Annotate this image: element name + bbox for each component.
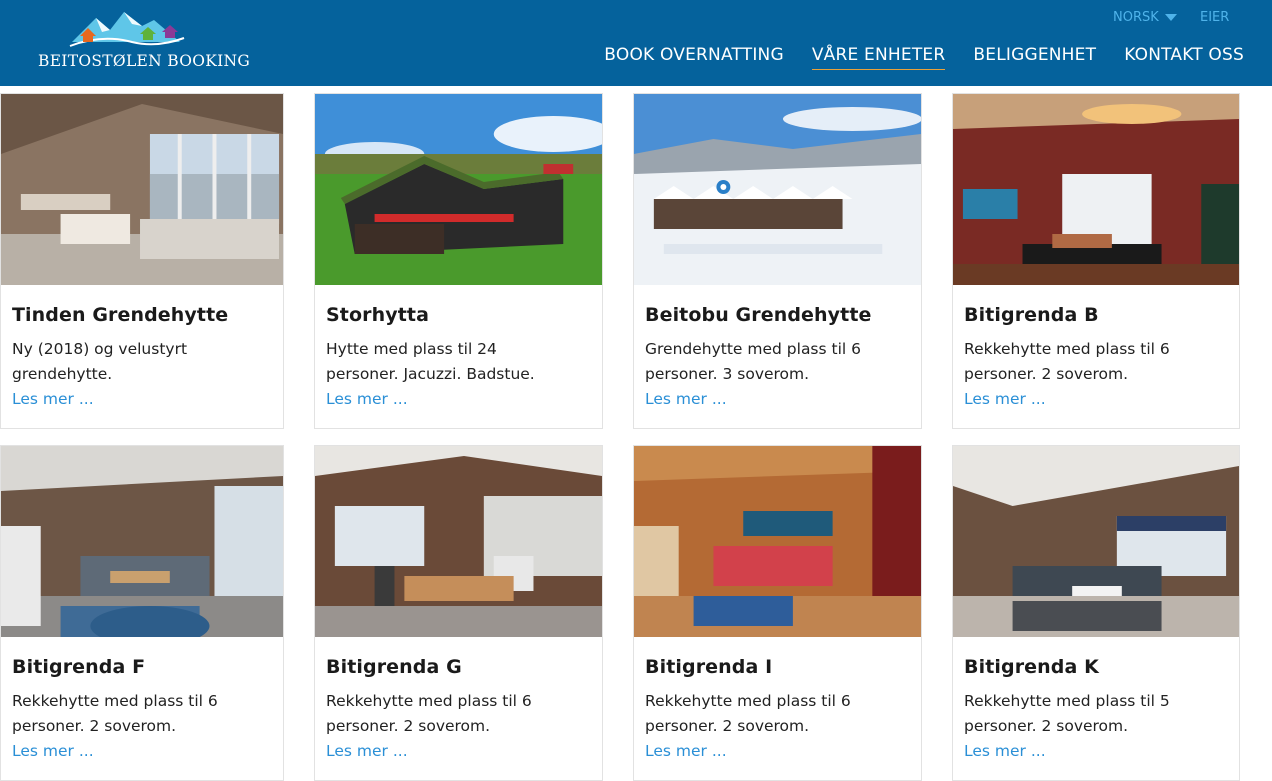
unit-card[interactable]: Bitigrenda B Rekkehytte med plass til 6 … <box>952 93 1240 429</box>
unit-title: Bitigrenda K <box>964 656 1099 678</box>
unit-photo[interactable] <box>1 94 283 285</box>
read-more-link[interactable]: Les mer ... <box>645 387 727 412</box>
unit-title: Storhytta <box>326 304 429 326</box>
unit-description: Rekkehytte med plass til 6 personer. 2 s… <box>645 692 851 735</box>
unit-photo[interactable] <box>315 446 602 637</box>
unit-card[interactable]: Bitigrenda K Rekkehytte med plass til 5 … <box>952 445 1240 781</box>
units-grid: Tinden Grendehytte Ny (2018) og velustyr… <box>0 93 1272 781</box>
unit-description: Rekkehytte med plass til 6 personer. 2 s… <box>326 692 532 735</box>
unit-description: Hytte med plass til 24 personer. Jacuzzi… <box>326 340 535 383</box>
nav-kontakt-oss[interactable]: KONTAKT OSS <box>1124 45 1244 70</box>
language-label: NORSK <box>1113 10 1159 25</box>
main-nav: BOOK OVERNATTING VÅRE ENHETER BELIGGENHE… <box>604 45 1244 70</box>
unit-title: Beitobu Grendehytte <box>645 304 872 326</box>
read-more-link[interactable]: Les mer ... <box>326 739 408 764</box>
read-more-link[interactable]: Les mer ... <box>12 387 94 412</box>
nav-beliggenhet[interactable]: BELIGGENHET <box>973 45 1096 70</box>
unit-card[interactable]: Bitigrenda I Rekkehytte med plass til 6 … <box>633 445 922 781</box>
nav-book-overnatting[interactable]: BOOK OVERNATTING <box>604 45 784 70</box>
logo-text: BEITOSTØLEN BOOKING <box>38 52 251 70</box>
unit-title: Bitigrenda I <box>645 656 773 678</box>
unit-description: Rekkehytte med plass til 6 personer. 2 s… <box>964 340 1170 383</box>
owner-link[interactable]: EIER <box>1200 10 1229 25</box>
unit-description: Grendehytte med plass til 6 personer. 3 … <box>645 340 861 383</box>
unit-photo[interactable] <box>315 94 602 285</box>
unit-title: Bitigrenda G <box>326 656 462 678</box>
unit-photo[interactable] <box>1 446 283 637</box>
nav-vare-enheter[interactable]: VÅRE ENHETER <box>811 45 946 70</box>
site-logo[interactable]: BEITOSTØLEN BOOKING <box>38 8 251 76</box>
unit-photo[interactable] <box>953 94 1239 285</box>
unit-photo[interactable] <box>953 446 1239 637</box>
chevron-down-icon <box>1164 14 1177 21</box>
unit-title: Bitigrenda F <box>12 656 146 678</box>
unit-card[interactable]: Bitigrenda G Rekkehytte med plass til 6 … <box>314 445 603 781</box>
unit-description: Ny (2018) og velustyrt grendehytte. <box>12 340 188 383</box>
unit-description: Rekkehytte med plass til 5 personer. 2 s… <box>964 692 1170 735</box>
unit-card[interactable]: Bitigrenda F Rekkehytte med plass til 6 … <box>0 445 284 781</box>
read-more-link[interactable]: Les mer ... <box>645 739 727 764</box>
unit-card[interactable]: Tinden Grendehytte Ny (2018) og velustyr… <box>0 93 284 429</box>
read-more-link[interactable]: Les mer ... <box>964 739 1046 764</box>
unit-title: Tinden Grendehytte <box>12 304 229 326</box>
read-more-link[interactable]: Les mer ... <box>12 739 94 764</box>
unit-photo[interactable] <box>634 446 921 637</box>
unit-card[interactable]: Beitobu Grendehytte Grendehytte med plas… <box>633 93 922 429</box>
language-selector[interactable]: NORSK <box>1113 10 1177 25</box>
mountain-logo-icon <box>69 12 185 47</box>
read-more-link[interactable]: Les mer ... <box>326 387 408 412</box>
unit-title: Bitigrenda B <box>964 304 1099 326</box>
site-header: BEITOSTØLEN BOOKING NORSK EIER BOOK OVER… <box>0 0 1272 86</box>
unit-card[interactable]: Storhytta Hytte med plass til 24 persone… <box>314 93 603 429</box>
unit-description: Rekkehytte med plass til 6 personer. 2 s… <box>12 692 218 735</box>
unit-photo[interactable] <box>634 94 921 285</box>
read-more-link[interactable]: Les mer ... <box>964 387 1046 412</box>
